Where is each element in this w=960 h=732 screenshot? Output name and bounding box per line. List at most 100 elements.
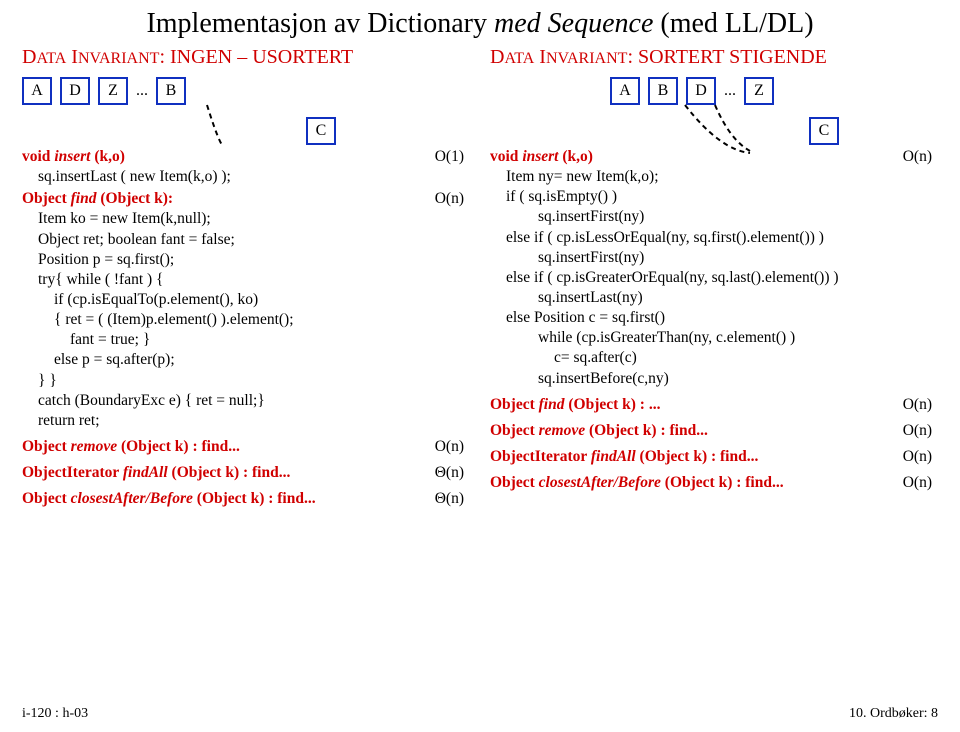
h-nv: NVARIANT — [78, 50, 159, 67]
node-c-left: C — [306, 117, 336, 145]
findall-line: ObjectIterator findAll (Object k) : find… — [22, 463, 470, 483]
fn: remove — [71, 438, 117, 455]
args: (Object k) : find... — [661, 474, 784, 491]
footer-right: 10. Ordbøker: 8 — [849, 706, 938, 722]
kw: Object — [490, 422, 539, 439]
title-ital: med Sequence — [494, 8, 653, 39]
fn: findAll — [123, 464, 168, 481]
args: (k,o) — [559, 148, 593, 165]
code-line: c= sq.after(c) — [490, 348, 938, 368]
node-a: A — [22, 77, 52, 105]
bigo: Θ(n) — [435, 463, 464, 483]
code-line: catch (BoundaryExc e) { ret = null;} — [22, 391, 470, 411]
code-line: { ret = ( (Item)p.element() ).element(); — [22, 310, 470, 330]
left-heading: DATA INVARIANT: INGEN – USORTERT — [22, 46, 470, 69]
h-nv: NVARIANT — [546, 50, 627, 67]
kw: ObjectIterator — [22, 464, 123, 481]
find-line: Object find (Object k): O(n) — [22, 189, 470, 209]
left-column: DATA INVARIANT: INGEN – USORTERT A D Z .… — [22, 46, 470, 509]
kw: Object — [22, 190, 71, 207]
code-line: if ( sq.isEmpty() ) — [490, 187, 938, 207]
ellipsis: ... — [136, 82, 148, 100]
node-z: Z — [98, 77, 128, 105]
args: (k,o) — [91, 148, 125, 165]
code-line: else Position c = sq.first() — [490, 308, 938, 328]
closest-line: Object closestAfter/Before (Object k) : … — [490, 473, 938, 493]
h-sfx: : SORTERT STIGENDE — [627, 46, 826, 68]
node-d: D — [60, 77, 90, 105]
node-c-right: C — [809, 117, 839, 145]
args: (Object k) : find... — [585, 422, 708, 439]
node-a: A — [610, 77, 640, 105]
code-line: Position p = sq.first(); — [22, 250, 470, 270]
bigo: O(n) — [903, 147, 932, 167]
find-line: Object find (Object k) : ... O(n) — [490, 395, 938, 415]
bigo: O(n) — [903, 395, 932, 415]
remove-line: Object remove (Object k) : find... O(n) — [490, 421, 938, 441]
kw: void — [22, 148, 54, 165]
footer: i-120 : h-03 10. Ordbøker: 8 — [22, 706, 938, 722]
fn: insert — [54, 148, 90, 165]
fn: findAll — [591, 448, 636, 465]
fn: find — [71, 190, 97, 207]
code-line: sq.insertBefore(c,ny) — [490, 369, 938, 389]
code-line: while (cp.isGreaterThan(ny, c.element() … — [490, 328, 938, 348]
fn: closestAfter/Before — [71, 490, 193, 507]
code-line: Object ret; boolean fant = false; — [22, 230, 470, 250]
left-c-wrap: C — [22, 117, 470, 145]
title-paren: (med LL/DL) — [660, 8, 813, 39]
h-sfx: : INGEN – USORTERT — [159, 46, 353, 68]
slide-title: Implementasjon av Dictionary med Sequenc… — [0, 0, 960, 46]
h-i: I — [66, 46, 78, 68]
code-line: else p = sq.after(p); — [22, 350, 470, 370]
bigo: O(n) — [903, 421, 932, 441]
kw: Object — [490, 396, 539, 413]
h-d: D — [490, 46, 504, 68]
bigo: O(1) — [435, 147, 464, 167]
code-line: sq.insertFirst(ny) — [490, 207, 938, 227]
fn: remove — [539, 422, 585, 439]
fn: insert — [522, 148, 558, 165]
bigo: O(n) — [435, 189, 464, 209]
fn: closestAfter/Before — [539, 474, 661, 491]
kw: Object — [22, 438, 71, 455]
h-ata: ATA — [504, 50, 534, 67]
right-linked-list: A B D ... Z — [490, 77, 938, 105]
code-line: Item ko = new Item(k,null); — [22, 209, 470, 229]
left-linked-list: A D Z ... B — [22, 77, 470, 105]
code-line: try{ while ( !fant ) { — [22, 270, 470, 290]
args: (Object k) : ... — [564, 396, 660, 413]
bigo: O(n) — [435, 437, 464, 457]
footer-left: i-120 : h-03 — [22, 706, 88, 722]
args: (Object k) : find... — [168, 464, 291, 481]
kw: void — [490, 148, 522, 165]
code-line: return ret; — [22, 411, 470, 431]
title-plain: Implementasjon av Dictionary — [146, 8, 487, 39]
kw: Object — [22, 490, 71, 507]
fn: find — [539, 396, 565, 413]
insert-body: sq.insertLast ( new Item(k,o) ); — [22, 167, 470, 187]
h-i: I — [534, 46, 546, 68]
right-code: void insert (k,o) O(n) Item ny= new Item… — [490, 147, 938, 493]
bigo: O(n) — [903, 447, 932, 467]
right-column: DATA INVARIANT: SORTERT STIGENDE A B D .… — [490, 46, 938, 509]
args: (Object k): — [96, 190, 173, 207]
code-line: if (cp.isEqualTo(p.element(), ko) — [22, 290, 470, 310]
closest-line: Object closestAfter/Before (Object k) : … — [22, 489, 470, 509]
kw: Object — [490, 474, 539, 491]
bigo: Θ(n) — [435, 489, 464, 509]
remove-line: Object remove (Object k) : find... O(n) — [22, 437, 470, 457]
args: (Object k) : find... — [636, 448, 759, 465]
kw: ObjectIterator — [490, 448, 591, 465]
code-line: } } — [22, 371, 470, 391]
right-heading: DATA INVARIANT: SORTERT STIGENDE — [490, 46, 938, 69]
code-line: else if ( cp.isGreaterOrEqual(ny, sq.las… — [490, 268, 938, 288]
h-ata: ATA — [36, 50, 66, 67]
args: (Object k) : find... — [117, 438, 240, 455]
right-c-wrap: C — [490, 117, 938, 145]
code-line: sq.insertFirst(ny) — [490, 248, 938, 268]
left-code: void insert (k,o) O(1) sq.insertLast ( n… — [22, 147, 470, 509]
h-d: D — [22, 46, 36, 68]
bigo: O(n) — [903, 473, 932, 493]
code-line: fant = true; } — [22, 330, 470, 350]
